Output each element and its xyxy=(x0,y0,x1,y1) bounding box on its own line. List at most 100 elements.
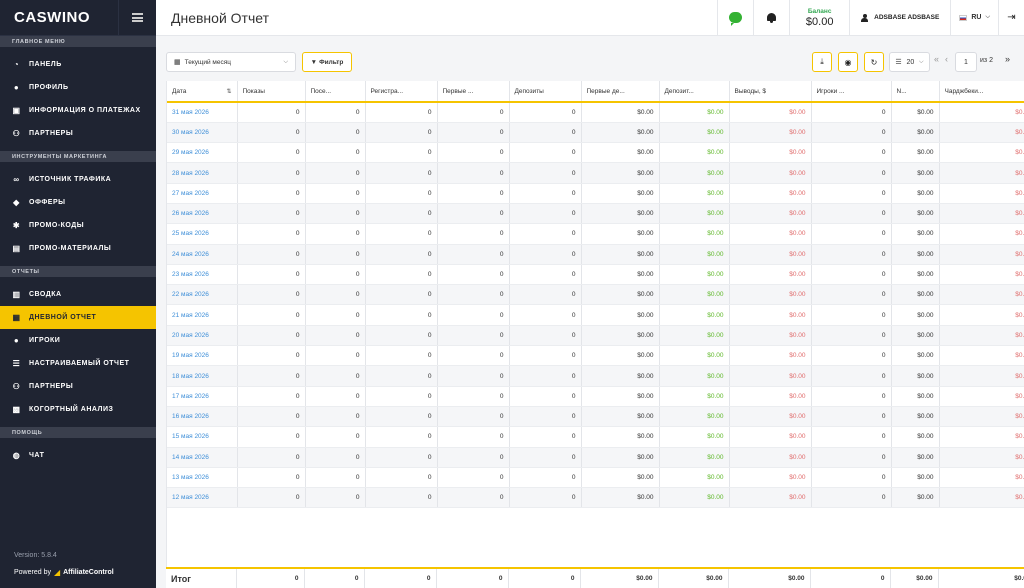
period-select[interactable]: ▦ Текущий месяц ⌵ xyxy=(166,52,296,72)
totals-row: Итог00000$0.00$0.00$0.000$0.00$0.00 xyxy=(166,567,1024,588)
date-link[interactable]: 24 мая 2026 xyxy=(167,244,238,265)
sidebar-item[interactable]: ▣ ИНФОРМАЦИЯ О ПЛАТЕЖАХ xyxy=(0,99,156,122)
sidebar-item[interactable]: ⚇ ПАРТНЕРЫ xyxy=(0,122,156,145)
date-link[interactable]: 14 мая 2026 xyxy=(167,447,238,468)
column-header[interactable]: Показы xyxy=(237,81,306,103)
table-cell: $0.00 xyxy=(729,345,812,367)
table-cell: $0.00 xyxy=(581,183,660,204)
table-cell: 0 xyxy=(365,244,438,265)
sidebar-item[interactable]: ✱ ПРОМО-КОДЫ xyxy=(0,214,156,237)
date-link[interactable]: 19 мая 2026 xyxy=(167,345,238,367)
table-cell: 0 xyxy=(437,487,510,509)
table-cell: 0 xyxy=(811,183,892,204)
sidebar-item[interactable]: ● ПРОФИЛЬ xyxy=(0,76,156,99)
first-page-button[interactable]: « xyxy=(934,54,939,64)
date-link[interactable]: 16 мая 2026 xyxy=(167,406,238,428)
table-cell: 0 xyxy=(437,365,510,387)
chat-button[interactable] xyxy=(717,0,753,36)
column-header[interactable]: Депозит... xyxy=(659,81,730,103)
date-link[interactable]: 23 мая 2026 xyxy=(167,264,238,286)
table-cell: $0.00 xyxy=(891,223,940,245)
date-link[interactable]: 22 мая 2026 xyxy=(167,284,238,306)
table-cell: $0.00 xyxy=(581,102,660,123)
sidebar-item-label: НАСТРАИВАЕМЫЙ ОТЧЕТ xyxy=(29,360,130,367)
column-header-label: Дата xyxy=(172,87,187,95)
link-icon: ∞ xyxy=(13,175,20,184)
top-header: Дневной Отчет Баланс $0.00 ADSBASE ADSBA… xyxy=(156,0,1024,36)
table-cell: 0 xyxy=(811,406,892,428)
russia-flag-icon xyxy=(959,14,968,21)
sidebar-item[interactable]: ▩ КОГОРТНЫЙ АНАЛИЗ xyxy=(0,398,156,421)
table-cell: $0.00 xyxy=(729,183,812,204)
column-header[interactable]: Первые ... xyxy=(437,81,510,103)
refresh-button[interactable]: ↻ xyxy=(864,52,884,72)
date-link[interactable]: 28 мая 2026 xyxy=(167,162,238,184)
sidebar-item[interactable]: ⚇ ПАРТНЕРЫ xyxy=(0,375,156,398)
date-link[interactable]: 15 мая 2026 xyxy=(167,426,238,448)
column-header[interactable]: Первые де... xyxy=(581,81,660,103)
sidebar-item[interactable]: ▦ ДНЕВНОЙ ОТЧЕТ xyxy=(0,306,156,329)
date-link[interactable]: 30 мая 2026 xyxy=(167,122,238,144)
date-link[interactable]: 18 мая 2026 xyxy=(167,365,238,387)
date-link[interactable]: 26 мая 2026 xyxy=(167,203,238,225)
date-link[interactable]: 12 мая 2026 xyxy=(167,487,238,509)
date-link[interactable]: 31 мая 2026 xyxy=(167,102,238,123)
notifications-button[interactable] xyxy=(753,0,789,36)
column-header[interactable]: Выводы, $ xyxy=(729,81,812,103)
table-cell: 0 xyxy=(437,264,510,286)
date-link[interactable]: 29 мая 2026 xyxy=(167,142,238,164)
column-header[interactable]: Депозиты xyxy=(509,81,582,103)
user-menu[interactable]: ADSBASE ADSBASE xyxy=(849,0,950,36)
sidebar-item[interactable]: ☰ НАСТРАИВАЕМЫЙ ОТЧЕТ xyxy=(0,352,156,375)
list-icon: ☰ xyxy=(895,59,902,66)
table-cell: 0 xyxy=(509,325,582,347)
date-link[interactable]: 21 мая 2026 xyxy=(167,304,238,326)
powered-by-brand[interactable]: AffiliateControl xyxy=(63,569,114,576)
menu-toggle-button[interactable] xyxy=(118,0,156,36)
prev-page-button[interactable]: ‹ xyxy=(945,54,948,64)
export-button[interactable]: ⤓ xyxy=(812,52,832,72)
table-cell: $0.00 xyxy=(729,426,812,448)
table-cell: 0 xyxy=(237,162,306,184)
sidebar-item-label: ПАНЕЛЬ xyxy=(29,61,62,68)
filter-button[interactable]: ▼ Фильтр xyxy=(302,52,352,72)
sort-icon[interactable]: ⇅ xyxy=(226,88,231,95)
column-header[interactable]: Игроки ... xyxy=(811,81,892,103)
sidebar-item[interactable]: ▤ ПРОМО-МАТЕРИАЛЫ xyxy=(0,237,156,260)
table-cell: 0 xyxy=(365,487,438,509)
page-number-input[interactable]: 1 xyxy=(955,52,977,72)
sidebar-item[interactable]: ● ИГРОКИ xyxy=(0,329,156,352)
column-header[interactable]: Регистра... xyxy=(365,81,438,103)
column-header[interactable]: Чарджбеки... xyxy=(939,81,1024,103)
app-logo[interactable]: CASWINO xyxy=(14,9,90,26)
column-header[interactable]: N... xyxy=(891,81,940,103)
page-size-select[interactable]: ☰ 20 ⌵ xyxy=(889,52,930,72)
columns-visibility-button[interactable]: ◉ xyxy=(838,52,858,72)
date-link[interactable]: 13 мая 2026 xyxy=(167,467,238,489)
sidebar-item-label: ПАРТНЕРЫ xyxy=(29,130,74,137)
column-header[interactable]: Посе... xyxy=(305,81,366,103)
table-cell: $0.00 xyxy=(891,264,940,286)
table-cell: $0.00 xyxy=(729,122,812,144)
language-selector[interactable]: RU ⌵ xyxy=(950,0,998,36)
sidebar-item[interactable]: ∞ ИСТОЧНИК ТРАФИКА xyxy=(0,168,156,191)
table-cell: $0.00 xyxy=(939,447,1024,468)
sidebar-item[interactable]: ◔ ПАНЕЛЬ xyxy=(0,53,156,76)
table-cell: 0 xyxy=(437,122,510,144)
sidebar-item[interactable]: ◆ ОФФЕРЫ xyxy=(0,191,156,214)
table-cell: $0.00 xyxy=(659,426,730,448)
table-cell: 0 xyxy=(509,264,582,286)
sidebar-item[interactable]: ◍ ЧАТ xyxy=(0,444,156,467)
date-link[interactable]: 17 мая 2026 xyxy=(167,386,238,407)
date-link[interactable]: 25 мая 2026 xyxy=(167,223,238,245)
table-row: 24 мая 202600000$0.00$0.00$0.000$0.00$0.… xyxy=(167,244,1024,265)
table-cell: 0 xyxy=(437,304,510,326)
table-cell: 0 xyxy=(811,102,892,123)
column-header[interactable]: Дата ⇅ xyxy=(167,81,238,103)
last-page-button[interactable]: » xyxy=(1005,54,1010,64)
date-link[interactable]: 27 мая 2026 xyxy=(167,183,238,204)
date-link[interactable]: 20 мая 2026 xyxy=(167,325,238,347)
logout-button[interactable]: ⇥ xyxy=(998,0,1024,36)
sidebar-item[interactable]: ▥ СВОДКА xyxy=(0,283,156,306)
table-row: 19 мая 202600000$0.00$0.00$0.000$0.00$0.… xyxy=(167,345,1024,367)
